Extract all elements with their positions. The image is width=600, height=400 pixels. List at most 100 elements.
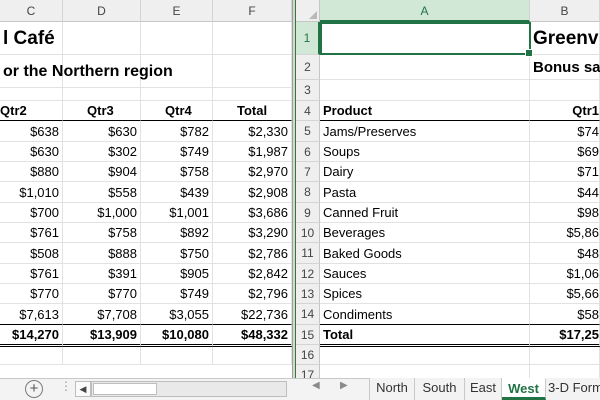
table-cell[interactable]: $892 xyxy=(141,223,213,243)
column-header-e[interactable]: E xyxy=(141,0,213,22)
table-cell[interactable]: $750 xyxy=(141,243,213,264)
sheet-tab-north[interactable]: North xyxy=(369,378,415,400)
qtr1-cell[interactable]: $44 xyxy=(530,182,600,203)
table-cell[interactable]: $2,842 xyxy=(213,264,292,284)
product-cell[interactable]: Spices xyxy=(320,284,530,304)
table-cell[interactable]: $700 xyxy=(0,203,63,223)
add-sheet-icon[interactable]: + xyxy=(25,380,43,398)
grid-cell[interactable] xyxy=(530,345,600,365)
product-cell[interactable]: Jams/Preserves xyxy=(320,121,530,142)
sheet-tab-3d-formulas[interactable]: 3-D Form xyxy=(546,378,600,400)
column-header-d[interactable]: D xyxy=(63,0,141,22)
grid-cell[interactable] xyxy=(141,345,213,365)
grid-cell[interactable] xyxy=(63,345,141,365)
grid-cell[interactable] xyxy=(320,345,530,365)
column-header-a[interactable]: A xyxy=(320,0,530,22)
row-header-17[interactable]: 17 xyxy=(296,365,320,378)
table-cell[interactable]: $2,970 xyxy=(213,162,292,182)
table-cell[interactable]: $2,330 xyxy=(213,121,292,142)
column-header-c[interactable]: C xyxy=(0,0,63,22)
table-cell[interactable]: $2,796 xyxy=(213,284,292,304)
tab-prev-icon[interactable]: ◀ xyxy=(312,380,320,391)
row-header-7[interactable]: 7 xyxy=(296,162,320,182)
qtr1-cell[interactable]: $1,06 xyxy=(530,264,600,284)
qtr1-cell[interactable]: $58 xyxy=(530,304,600,325)
table-cell[interactable]: $758 xyxy=(141,162,213,182)
total-qtr1[interactable]: $17,25 xyxy=(530,325,600,347)
grid-cell[interactable] xyxy=(213,345,292,365)
table-cell[interactable]: $770 xyxy=(63,284,141,304)
total-cell[interactable]: $10,080 xyxy=(141,325,213,347)
sheet-tab-west[interactable]: West xyxy=(502,378,546,400)
grid-cell[interactable] xyxy=(63,88,141,101)
product-cell[interactable]: Soups xyxy=(320,142,530,162)
table-cell[interactable]: $749 xyxy=(141,142,213,162)
table-cell[interactable]: $22,736 xyxy=(213,304,292,325)
table-cell[interactable]: $1,001 xyxy=(141,203,213,223)
table-cell[interactable]: $3,686 xyxy=(213,203,292,223)
row-header-10[interactable]: 10 xyxy=(296,223,320,243)
tab-next-icon[interactable]: ▶ xyxy=(340,380,348,391)
row-header-1[interactable]: 1 xyxy=(296,22,320,55)
table-cell[interactable]: $782 xyxy=(141,121,213,142)
row-header-15[interactable]: 15 xyxy=(296,325,320,345)
table-cell[interactable]: $2,786 xyxy=(213,243,292,264)
table-cell[interactable]: $1,010 xyxy=(0,182,63,203)
sheet-tab-east[interactable]: East xyxy=(465,378,502,400)
table-cell[interactable]: $439 xyxy=(141,182,213,203)
sheet-tab-south[interactable]: South xyxy=(415,378,465,400)
row-header-13[interactable]: 13 xyxy=(296,284,320,304)
table-cell[interactable]: $888 xyxy=(63,243,141,264)
qtr1-cell[interactable]: $5,66 xyxy=(530,284,600,304)
row-header-4[interactable]: 4 xyxy=(296,101,320,121)
table-cell[interactable]: $770 xyxy=(0,284,63,304)
total-label[interactable]: Total xyxy=(320,325,530,347)
table-cell[interactable]: $558 xyxy=(63,182,141,203)
qtr1-cell[interactable]: $74 xyxy=(530,121,600,142)
row-header-3[interactable]: 3 xyxy=(296,80,320,101)
grid-cell[interactable] xyxy=(141,88,213,101)
scroll-left-icon[interactable]: ◀ xyxy=(75,381,91,397)
qtr1-cell[interactable]: $71 xyxy=(530,162,600,182)
table-cell[interactable]: $630 xyxy=(63,121,141,142)
row-header-14[interactable]: 14 xyxy=(296,304,320,325)
select-all-corner[interactable] xyxy=(296,0,320,22)
grid-cell[interactable] xyxy=(213,88,292,101)
column-header-f[interactable]: F xyxy=(213,0,292,22)
product-cell[interactable]: Dairy xyxy=(320,162,530,182)
table-cell[interactable]: $3,290 xyxy=(213,223,292,243)
total-cell[interactable]: $13,909 xyxy=(63,325,141,347)
table-cell[interactable]: $758 xyxy=(63,223,141,243)
table-cell[interactable]: $3,055 xyxy=(141,304,213,325)
table-cell[interactable]: $761 xyxy=(0,223,63,243)
grid-cell[interactable] xyxy=(530,365,600,378)
grid-cell[interactable] xyxy=(0,88,63,101)
table-cell[interactable]: $880 xyxy=(0,162,63,182)
row-header-8[interactable]: 8 xyxy=(296,182,320,203)
table-cell[interactable]: $1,000 xyxy=(63,203,141,223)
table-cell[interactable]: $904 xyxy=(63,162,141,182)
grid-cell[interactable] xyxy=(320,55,530,80)
table-cell[interactable]: $638 xyxy=(0,121,63,142)
horizontal-scroll-thumb[interactable] xyxy=(93,383,157,395)
table-cell[interactable]: $630 xyxy=(0,142,63,162)
grid-cell[interactable] xyxy=(530,80,600,101)
column-header-b[interactable]: B xyxy=(530,0,600,22)
grid-cell[interactable] xyxy=(0,345,63,365)
qtr1-cell[interactable]: $48 xyxy=(530,243,600,264)
table-cell[interactable]: $508 xyxy=(0,243,63,264)
row-header-16[interactable]: 16 xyxy=(296,345,320,365)
total-cell[interactable]: $14,270 xyxy=(0,325,63,347)
product-cell[interactable]: Condiments xyxy=(320,304,530,325)
grid-cell[interactable] xyxy=(320,365,530,378)
table-cell[interactable]: $7,613 xyxy=(0,304,63,325)
row-header-6[interactable]: 6 xyxy=(296,142,320,162)
table-cell[interactable]: $749 xyxy=(141,284,213,304)
table-cell[interactable]: $391 xyxy=(63,264,141,284)
product-cell[interactable]: Baked Goods xyxy=(320,243,530,264)
table-cell[interactable]: $7,708 xyxy=(63,304,141,325)
table-cell[interactable]: $905 xyxy=(141,264,213,284)
table-cell[interactable]: $302 xyxy=(63,142,141,162)
row-header-9[interactable]: 9 xyxy=(296,203,320,223)
product-cell[interactable]: Sauces xyxy=(320,264,530,284)
